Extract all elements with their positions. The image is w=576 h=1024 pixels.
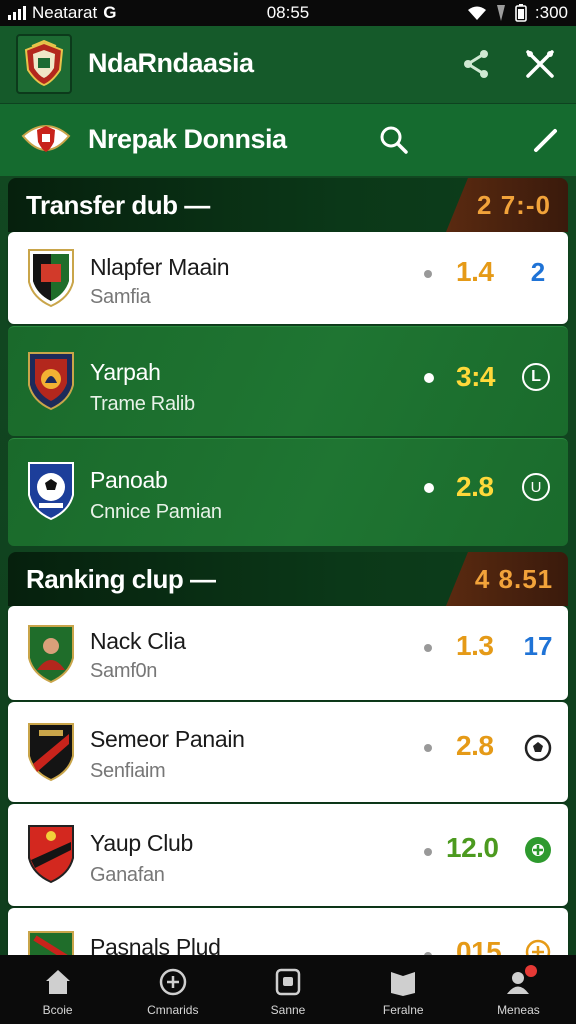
edit-icon [534, 129, 557, 152]
club-subtitle: Senfiaim [90, 760, 166, 782]
section-score: 4 8.51 [446, 552, 568, 606]
share-button[interactable] [458, 46, 494, 82]
club-value: 3:4 [456, 361, 495, 392]
tools-icon [526, 50, 554, 78]
crest-blue-ball [24, 459, 78, 521]
club-subtitle: Samf0n [90, 660, 158, 682]
search-icon [380, 126, 408, 154]
nav-label: Cmnarids [147, 1003, 199, 1017]
club-name: Yaup Club [90, 830, 194, 856]
status-circle-icon: U [522, 473, 550, 501]
compass-icon [159, 968, 187, 996]
status-dot [424, 848, 432, 856]
app-logo[interactable] [16, 34, 72, 94]
crest-green-black [24, 246, 78, 308]
status-dot [424, 744, 432, 752]
nav-label: Feralne [382, 1003, 424, 1017]
transfer-row[interactable]: Panoab Cnnice Pamian 2.8 U [8, 438, 568, 546]
app-screen: Neatarat G 08:55 :300 NdaRndaasia Nrepak… [0, 0, 576, 1024]
crest-red-shield [24, 822, 78, 884]
club-subtitle: Samfia [90, 286, 151, 308]
club-value: 2.8 [456, 471, 494, 502]
section-title: Transfer dub — [26, 190, 210, 220]
transfer-section-header: Transfer dub — 2 7:-0 [8, 178, 568, 232]
crest-black-red [24, 720, 78, 782]
transfer-row[interactable]: Yarpah Trame Ralib 3:4 L [8, 326, 568, 436]
calendar-icon [275, 968, 301, 996]
nav-item-home[interactable]: Bcoie [0, 955, 115, 1024]
section-title: Ranking clup — [26, 564, 216, 594]
sub-title: Nrepak Donnsia [88, 124, 287, 154]
nav-item-profile[interactable]: Meneas [461, 955, 576, 1024]
club-name: Semeor Panain [90, 726, 245, 752]
app-bar: NdaRndaasia [0, 26, 576, 104]
location-dot [424, 483, 434, 493]
bottom-nav: Bcoie Cmnarids Sanne Feralne Meneas [0, 955, 576, 1024]
section-score: 2 7:-0 [446, 178, 568, 232]
edit-button[interactable] [526, 120, 566, 160]
league-crest-icon [21, 125, 71, 152]
club-value: 2.8 [456, 730, 494, 761]
share-icon [464, 50, 488, 78]
battery-text: :300 [534, 3, 568, 22]
tools-button[interactable] [522, 46, 558, 82]
club-value: 12.0 [446, 832, 499, 863]
nav-item-explore[interactable]: Cmnarids [115, 955, 230, 1024]
nav-label: Meneas [497, 1003, 540, 1017]
club-name: Nack Clia [90, 628, 186, 654]
status-circle-icon: L [522, 363, 550, 391]
home-icon [45, 970, 70, 994]
club-subtitle: Ganafan [90, 864, 165, 886]
status-right: :300 [467, 3, 568, 23]
crest-red-navy [24, 349, 78, 411]
ranking-row[interactable]: Nack Clia Samf0n 1.3 17 [8, 606, 568, 700]
location-dot [424, 373, 434, 383]
transfer-row[interactable]: Nlapfer Maain Samfia 1.4 2 [8, 232, 568, 324]
club-name: Panoab [90, 467, 168, 493]
status-dot [424, 270, 432, 278]
notification-badge [524, 965, 537, 977]
ranking-row[interactable]: Semeor Panain Senfiaim 2.8 [8, 702, 568, 802]
club-name: Nlapfer Maain [90, 254, 230, 280]
club-rank: 17 [523, 630, 553, 661]
ranking-row[interactable]: Yaup Club Ganafan 12.0 [8, 804, 568, 906]
alarm-icon [496, 5, 505, 21]
status-bar: Neatarat G 08:55 :300 [0, 0, 576, 26]
nav-label: Bcoie [42, 1003, 73, 1017]
nav-item-library[interactable]: Feralne [346, 955, 461, 1024]
club-value: 1.3 [456, 630, 494, 661]
add-circle-icon[interactable] [522, 834, 554, 866]
club-rank: 2 [530, 256, 546, 287]
club-name: Yarpah [90, 359, 161, 385]
club-emblem-icon [24, 40, 64, 87]
status-dot [424, 644, 432, 652]
nav-label: Sanne [270, 1003, 306, 1017]
club-value: 1.4 [456, 256, 494, 287]
wifi-icon [467, 6, 486, 20]
club-subtitle: Cnnice Pamian [90, 501, 222, 523]
crest-player [24, 622, 78, 684]
nav-item-schedule[interactable]: Sanne [230, 955, 345, 1024]
search-button[interactable] [374, 120, 414, 160]
sub-header: Nrepak Donnsia [0, 104, 576, 176]
book-icon [391, 972, 416, 996]
soccer-ball-icon [522, 732, 554, 764]
league-logo [18, 118, 74, 162]
club-subtitle: Trame Ralib [90, 393, 195, 415]
app-title: NdaRndaasia [88, 48, 254, 78]
battery-icon [515, 4, 527, 22]
ranking-section-header: Ranking clup — 4 8.51 [8, 552, 568, 606]
